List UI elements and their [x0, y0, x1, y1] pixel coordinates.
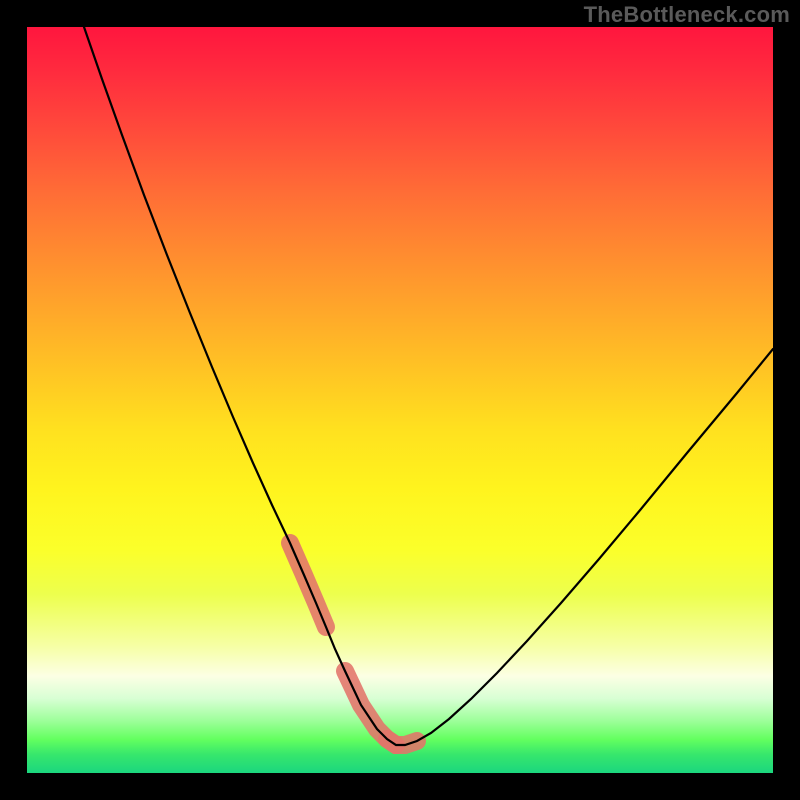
plot-area [27, 27, 773, 773]
watermark-text: TheBottleneck.com [584, 2, 790, 28]
main-curve [84, 27, 773, 745]
curve-layer [27, 27, 773, 773]
chart-frame: TheBottleneck.com [0, 0, 800, 800]
